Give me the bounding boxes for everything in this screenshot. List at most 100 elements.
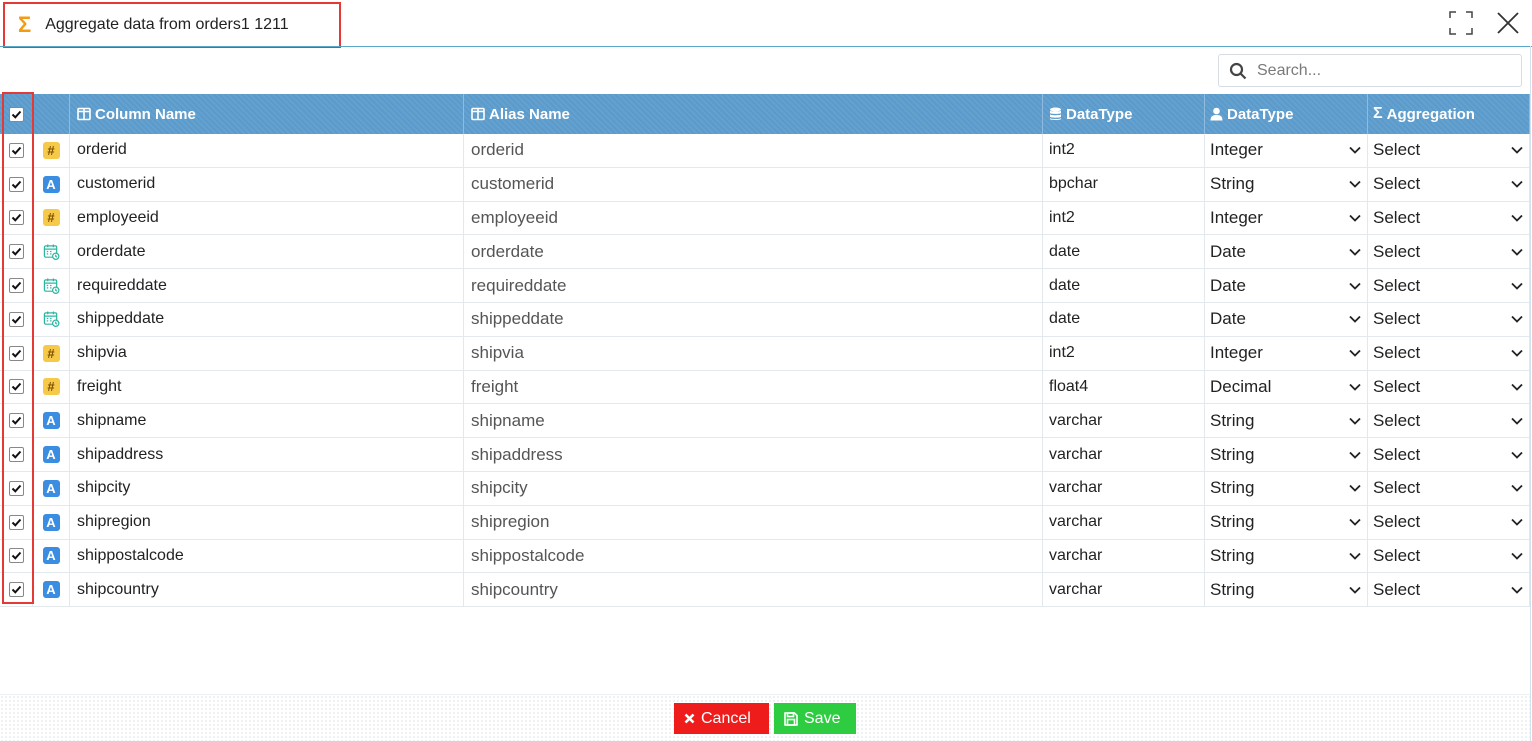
datatype-select[interactable]: Date <box>1205 235 1368 269</box>
row-checkbox[interactable] <box>8 142 24 158</box>
aggregation-select[interactable]: Select <box>1368 302 1530 336</box>
header-column-name[interactable]: Column Name <box>70 94 464 134</box>
datatype-select[interactable]: String <box>1205 505 1368 539</box>
alias-name-cell[interactable]: orderdate <box>464 235 1043 269</box>
db-datatype-cell: int2 <box>1043 201 1205 235</box>
row-checkbox[interactable] <box>8 311 24 327</box>
row-checkbox[interactable] <box>8 582 24 598</box>
datatype-value: String <box>1210 579 1255 599</box>
column-name-cell: shippeddate <box>70 302 464 336</box>
datatype-value: String <box>1210 512 1255 532</box>
alias-name-cell[interactable]: shipregion <box>464 505 1043 539</box>
aggregation-select[interactable]: Select <box>1368 539 1530 573</box>
aggregation-select[interactable]: Select <box>1368 471 1530 505</box>
row-checkbox[interactable] <box>8 244 24 260</box>
chevron-down-icon <box>1511 214 1523 222</box>
alias-name-cell[interactable]: employeeid <box>464 201 1043 235</box>
check-icon <box>11 146 21 155</box>
table-row: Ashipaddress shipaddress varchar String Sele… <box>0 438 1530 472</box>
chevron-down-icon <box>1511 248 1523 256</box>
save-button[interactable]: Save <box>774 703 856 734</box>
dialog-title-box: Σ Aggregate data from orders1 1211 <box>3 2 341 48</box>
datatype-select[interactable]: String <box>1205 573 1368 607</box>
row-checkbox[interactable] <box>8 514 24 530</box>
datatype-select[interactable]: Date <box>1205 269 1368 302</box>
table-row: # employeeid employeeid int2 Integer Select <box>0 201 1530 236</box>
datatype-select[interactable]: String <box>1205 404 1368 438</box>
alias-name-cell[interactable]: customerid <box>464 167 1043 201</box>
row-checkbox-cell <box>0 167 33 201</box>
datatype-select[interactable]: String <box>1205 438 1368 471</box>
row-checkbox[interactable] <box>8 278 24 294</box>
chevron-down-icon <box>1511 316 1523 324</box>
alias-name-cell[interactable]: requireddate <box>464 269 1043 302</box>
aggregation-select[interactable]: Select <box>1368 404 1530 438</box>
table-row: Acustomerid customerid bpchar String Select <box>0 167 1530 202</box>
datatype-select[interactable]: String <box>1205 539 1368 573</box>
aggregation-select[interactable]: Select <box>1368 269 1530 302</box>
datatype-select[interactable]: Decimal <box>1205 370 1368 404</box>
header-datatype[interactable]: DataType <box>1205 94 1368 134</box>
alias-name-cell[interactable]: shipaddress <box>464 438 1043 471</box>
alias-name-cell[interactable]: shippostalcode <box>464 539 1043 573</box>
alias-name-cell[interactable]: shipname <box>464 404 1043 438</box>
aggregation-select[interactable]: Select <box>1368 336 1530 370</box>
select-all-checkbox[interactable] <box>8 106 24 122</box>
datatype-value: Date <box>1210 241 1246 261</box>
row-checkbox[interactable] <box>8 447 24 463</box>
alias-name-cell[interactable]: shipcountry <box>464 573 1043 607</box>
row-checkbox[interactable] <box>8 413 24 429</box>
row-checkbox[interactable] <box>8 345 24 361</box>
hash-icon: # <box>33 201 70 235</box>
table-row: orderdate orderdate date Date Select <box>0 235 1530 270</box>
user-icon <box>1210 107 1223 121</box>
aggregation-select[interactable]: Select <box>1368 370 1530 404</box>
hash-icon: # <box>33 134 70 167</box>
maximize-button[interactable] <box>1448 10 1474 36</box>
header-datatype-label: DataType <box>1227 105 1294 123</box>
datatype-select[interactable]: String <box>1205 471 1368 505</box>
alias-name-cell[interactable]: shippeddate <box>464 302 1043 336</box>
content-right-border <box>1530 46 1531 741</box>
datatype-select[interactable]: Integer <box>1205 134 1368 167</box>
db-datatype-cell: varchar <box>1043 573 1205 607</box>
search-box[interactable] <box>1218 54 1522 87</box>
aggregation-select[interactable]: Select <box>1368 235 1530 269</box>
datatype-select[interactable]: String <box>1205 167 1368 201</box>
datatype-value: Integer <box>1210 207 1263 227</box>
cancel-button[interactable]: Cancel <box>674 703 769 734</box>
datatype-value: Integer <box>1210 140 1263 160</box>
column-name-cell: shipvia <box>70 336 464 370</box>
chevron-down-icon <box>1349 214 1361 222</box>
aggregation-select[interactable]: Select <box>1368 438 1530 471</box>
column-name-cell: employeeid <box>70 201 464 235</box>
alias-name-cell[interactable]: shipcity <box>464 471 1043 505</box>
datatype-select[interactable]: Date <box>1205 302 1368 336</box>
row-checkbox[interactable] <box>8 176 24 192</box>
datatype-select[interactable]: Integer <box>1205 336 1368 370</box>
aggregation-select[interactable]: Select <box>1368 167 1530 201</box>
aggregation-select[interactable]: Select <box>1368 573 1530 607</box>
aggregation-select[interactable]: Select <box>1368 134 1530 167</box>
alias-name-cell[interactable]: orderid <box>464 134 1043 167</box>
header-aggregation[interactable]: Σ Aggregation <box>1368 94 1530 134</box>
aggregation-select[interactable]: Select <box>1368 505 1530 539</box>
maximize-icon <box>1449 11 1473 35</box>
db-datatype-cell: date <box>1043 302 1205 336</box>
row-checkbox[interactable] <box>8 210 24 226</box>
db-datatype-cell: date <box>1043 269 1205 302</box>
aggregation-select[interactable]: Select <box>1368 201 1530 235</box>
row-checkbox[interactable] <box>8 379 24 395</box>
row-checkbox-cell <box>0 235 33 269</box>
row-checkbox[interactable] <box>8 548 24 564</box>
close-button[interactable] <box>1495 10 1521 36</box>
header-alias-name[interactable]: Alias Name <box>464 94 1043 134</box>
aggregation-value: Select <box>1373 309 1421 329</box>
alias-name-cell[interactable]: shipvia <box>464 336 1043 370</box>
search-input[interactable] <box>1257 61 1497 80</box>
datatype-select[interactable]: Integer <box>1205 201 1368 235</box>
alias-name-cell[interactable]: freight <box>464 370 1043 404</box>
header-db-datatype[interactable]: DataType <box>1043 94 1205 134</box>
chevron-down-icon <box>1349 451 1361 459</box>
row-checkbox[interactable] <box>8 480 24 496</box>
